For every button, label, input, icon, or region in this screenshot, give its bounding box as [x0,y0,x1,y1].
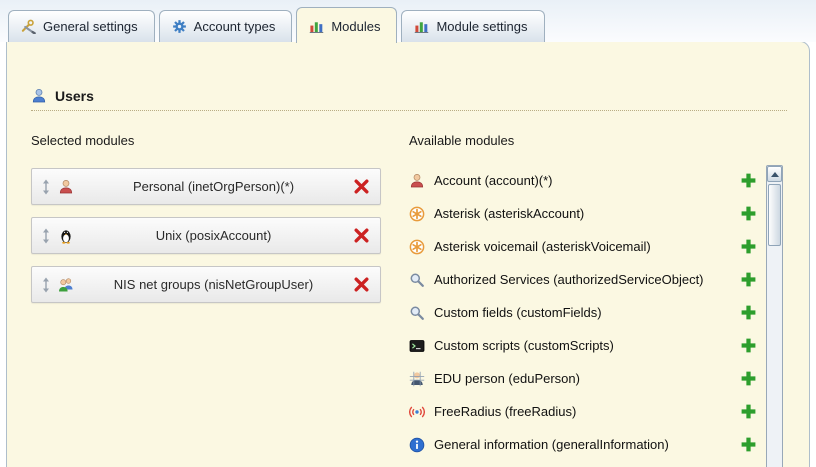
remove-module-button[interactable] [353,178,370,195]
asterisk-icon [409,206,425,222]
green-plus-icon [740,172,757,189]
selected-module-label: NIS net groups (nisNetGroupUser) [74,277,353,292]
tab-module-settings[interactable]: Module settings [401,10,544,42]
add-module-button[interactable] [740,403,757,420]
person-icon [58,179,74,195]
remove-module-button[interactable] [353,276,370,293]
tools-icon [21,19,36,34]
available-modules-column: Available modules Account (account)(*) [409,127,785,467]
green-plus-icon [740,370,757,387]
available-module-label: Custom fields (customFields) [434,305,731,320]
tab-label: Modules [331,19,380,34]
bar-chart-icon [414,19,429,34]
section-heading-users: Users [31,88,787,111]
available-module-label: Asterisk (asteriskAccount) [434,206,731,221]
group-icon [58,277,74,293]
available-module-label: Asterisk voicemail (asteriskVoicemail) [434,239,731,254]
magnifier-icon [409,272,425,288]
green-plus-icon [740,238,757,255]
available-module-row: Asterisk voicemail (asteriskVoicemail) [409,230,759,263]
tab-label: Module settings [436,19,527,34]
available-module-label: Authorized Services (authorizedServiceOb… [434,272,731,287]
green-plus-icon [740,304,757,321]
available-module-row: EDU person (eduPerson) [409,362,759,395]
selected-module-row[interactable]: Unix (posixAccount) [31,217,381,254]
gear-icon [172,19,187,34]
available-module-row: Custom fields (customFields) [409,296,759,329]
available-module-label: Account (account)(*) [434,173,731,188]
available-module-row: Asterisk (asteriskAccount) [409,197,759,230]
selected-modules-heading: Selected modules [31,133,381,148]
available-module-label: EDU person (eduPerson) [434,371,731,386]
add-module-button[interactable] [740,370,757,387]
tab-bar: General settings Account types Modules [0,0,816,42]
green-plus-icon [740,436,757,453]
selected-module-label: Personal (inetOrgPerson)(*) [74,179,353,194]
add-module-button[interactable] [740,205,757,222]
arrow-up-icon [771,172,779,177]
available-modules-heading: Available modules [409,133,759,148]
section-title: Users [55,88,94,104]
add-module-button[interactable] [740,304,757,321]
add-module-button[interactable] [740,337,757,354]
penguin-icon [58,228,74,244]
available-module-row: Custom scripts (customScripts) [409,329,759,362]
selected-module-row[interactable]: Personal (inetOrgPerson)(*) [31,168,381,205]
selected-module-row[interactable]: NIS net groups (nisNetGroupUser) [31,266,381,303]
available-module-label: General information (generalInformation) [434,437,731,452]
modules-columns: Selected modules [7,111,809,467]
info-icon [409,437,425,453]
available-modules-list: Account (account)(*) [409,164,759,467]
bar-chart-icon [309,19,324,34]
selected-module-label: Unix (posixAccount) [74,228,353,243]
tab-label: Account types [194,19,276,34]
person-icon [409,173,425,189]
green-plus-icon [740,403,757,420]
scroll-up-button[interactable] [767,166,782,182]
available-module-row: FreeRadius (freeRadius) [409,395,759,428]
content-panel: Users Selected modules [6,41,810,467]
selected-modules-list: Personal (inetOrgPerson)(*) [31,168,381,303]
green-plus-icon [740,337,757,354]
person-grid-icon [409,371,425,387]
red-x-icon [353,178,370,195]
green-plus-icon [740,205,757,222]
available-module-row: Account (account)(*) [409,164,759,197]
drag-handle-icon[interactable] [40,228,52,244]
tab-modules[interactable]: Modules [296,7,397,43]
scrollbar[interactable] [766,165,783,467]
drag-handle-icon[interactable] [40,179,52,195]
available-module-label: FreeRadius (freeRadius) [434,404,731,419]
add-module-button[interactable] [740,436,757,453]
drag-handle-icon[interactable] [40,277,52,293]
tab-general-settings[interactable]: General settings [8,10,155,42]
available-module-row: General information (generalInformation) [409,428,759,461]
available-module-row: Groups of names (groupOfNamesUser) [409,461,759,467]
tab-account-types[interactable]: Account types [159,10,293,42]
user-icon [31,88,47,104]
magnifier-icon [409,305,425,321]
asterisk-icon [409,239,425,255]
add-module-button[interactable] [740,238,757,255]
terminal-icon [409,338,425,354]
tab-label: General settings [43,19,138,34]
available-module-label: Custom scripts (customScripts) [434,338,731,353]
selected-modules-column: Selected modules [31,127,381,467]
scrollbar-thumb[interactable] [768,184,781,246]
add-module-button[interactable] [740,172,757,189]
add-module-button[interactable] [740,271,757,288]
green-plus-icon [740,271,757,288]
remove-module-button[interactable] [353,227,370,244]
red-x-icon [353,276,370,293]
red-x-icon [353,227,370,244]
available-module-row: Authorized Services (authorizedServiceOb… [409,263,759,296]
radio-icon [409,404,425,420]
